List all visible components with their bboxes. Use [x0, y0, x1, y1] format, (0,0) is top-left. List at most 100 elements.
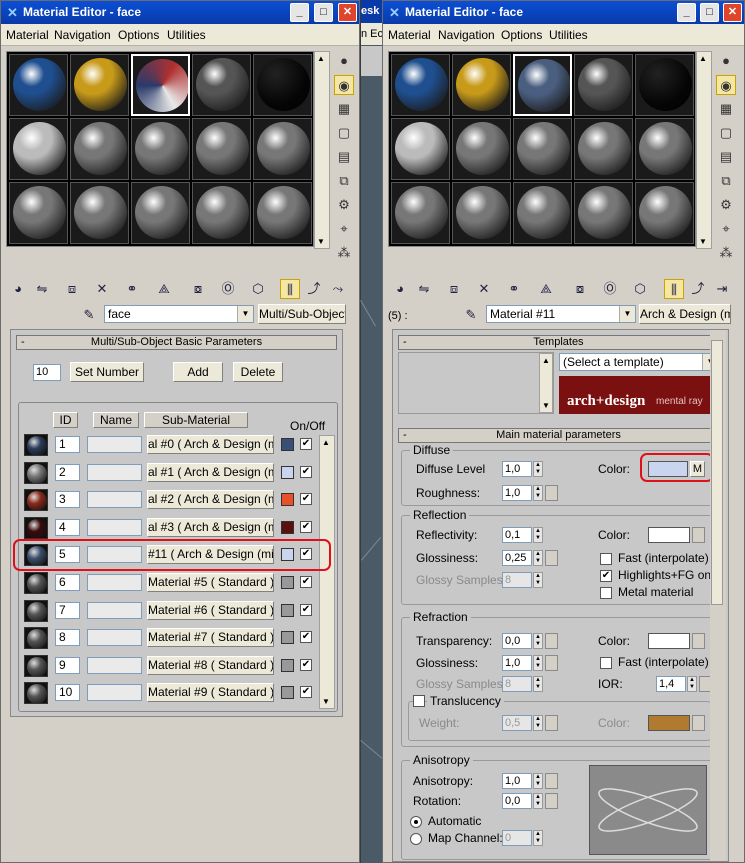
put-to-library-icon[interactable]: ⧇ — [188, 279, 208, 299]
refraction-fast-checkbox[interactable] — [600, 657, 612, 669]
sub-material-button[interactable]: Material #8 ( Standard ) — [147, 655, 274, 675]
main-parameters-rollout-header[interactable]: - Main material parameters — [398, 428, 719, 443]
template-select[interactable]: (Select a template)▼ — [559, 353, 719, 371]
multi-sub-object-rollout-header[interactable]: - Multi/Sub-Object Basic Parameters — [16, 335, 337, 350]
sample-slot[interactable] — [192, 118, 251, 180]
count-field[interactable]: 10 — [33, 364, 61, 381]
id-field[interactable]: 2 — [55, 463, 80, 481]
sample-slot[interactable] — [9, 118, 68, 180]
material-thumbnail[interactable] — [24, 654, 48, 677]
id-field[interactable]: 9 — [55, 656, 80, 674]
on-off-checkbox[interactable]: ✔ — [300, 576, 312, 588]
on-off-checkbox[interactable]: ✔ — [300, 520, 312, 533]
chevron-down-icon[interactable]: ▼ — [619, 306, 635, 322]
automatic-radio[interactable] — [410, 816, 422, 828]
name-field[interactable] — [87, 463, 142, 481]
glossiness-input[interactable]: 0,25 — [502, 550, 532, 566]
reflection-map-button[interactable] — [692, 527, 705, 543]
sample-slot[interactable] — [253, 118, 312, 180]
name-field[interactable] — [87, 518, 142, 536]
roughness-map-button[interactable] — [545, 485, 558, 501]
anisotropy-spinner[interactable]: ▲ ▼ — [533, 773, 543, 789]
chevron-down-icon[interactable]: ▼ — [237, 306, 253, 322]
id-field[interactable]: 1 — [55, 436, 80, 453]
sample-slot[interactable] — [635, 54, 694, 116]
reset-map-icon[interactable]: ✕ — [474, 279, 494, 299]
menu-material[interactable]: Material — [388, 28, 431, 42]
column-sub-material[interactable]: Sub-Material — [144, 412, 248, 428]
sample-slot[interactable] — [391, 118, 450, 180]
sub-material-color-swatch[interactable] — [281, 576, 294, 589]
sample-slot[interactable] — [513, 182, 572, 244]
reflectivity-input[interactable]: 0,1 — [502, 527, 532, 543]
make-unique-icon[interactable]: ⟁ — [536, 279, 556, 299]
rotation-map-button[interactable] — [545, 793, 558, 809]
set-number-button[interactable]: Set Number — [70, 362, 144, 382]
on-off-checkbox[interactable]: ✔ — [300, 686, 312, 699]
translucency-checkbox[interactable] — [413, 695, 425, 707]
background-icon[interactable]: ▦ — [716, 99, 736, 119]
sample-slot[interactable] — [513, 118, 572, 180]
sub-material-button[interactable]: al #2 ( Arch & Design (mi) ) — [147, 490, 274, 510]
sample-slot[interactable] — [574, 118, 633, 180]
material-thumbnail[interactable] — [24, 516, 48, 539]
translucency-weight-input[interactable]: 0,5 — [502, 715, 532, 731]
sub-material-button[interactable]: Material #6 ( Standard ) — [147, 600, 274, 620]
delete-button[interactable]: Delete — [233, 362, 283, 382]
video-check-icon[interactable]: ▤ — [334, 147, 354, 167]
material-id-icon[interactable]: Ⓞ — [600, 279, 620, 299]
id-field[interactable]: 10 — [55, 684, 80, 702]
close-button[interactable]: ✕ — [338, 3, 357, 22]
minimize-button[interactable]: _ — [290, 3, 309, 22]
pick-material-eyedropper-icon[interactable]: ✎ — [461, 305, 481, 325]
glossiness-spinner[interactable]: ▲ ▼ — [533, 550, 543, 566]
material-thumbnail[interactable] — [24, 572, 48, 594]
sample-slot[interactable] — [635, 118, 694, 180]
show-map-icon[interactable]: ⬡ — [630, 279, 650, 299]
refraction-map-button[interactable] — [692, 633, 705, 649]
options-icon[interactable]: ⚙ — [334, 195, 354, 215]
transparency-input[interactable]: 0,0 — [502, 633, 532, 649]
refraction-glossiness-input[interactable]: 1,0 — [502, 655, 532, 671]
sample-slot[interactable] — [391, 54, 450, 116]
minimize-button[interactable]: _ — [677, 3, 696, 22]
metal-material-checkbox[interactable] — [600, 587, 612, 599]
backlight-icon[interactable]: ◉ — [334, 75, 354, 95]
sample-slot[interactable] — [9, 182, 68, 244]
name-field[interactable] — [87, 491, 142, 509]
menu-options[interactable]: Options — [118, 28, 159, 42]
uv-tiling-icon[interactable]: ▢ — [334, 123, 354, 143]
menu-navigation[interactable]: Navigation — [54, 28, 111, 42]
material-id-icon[interactable]: Ⓞ — [218, 279, 238, 299]
refraction-samples-spinner[interactable]: ▲ ▼ — [533, 676, 543, 692]
sub-material-color-swatch[interactable] — [281, 520, 294, 534]
name-field[interactable] — [87, 601, 142, 619]
on-off-checkbox[interactable]: ✔ — [300, 438, 312, 450]
sub-material-color-swatch[interactable] — [281, 465, 294, 479]
sample-type-icon[interactable]: ● — [716, 51, 736, 71]
reset-map-icon[interactable]: ✕ — [92, 279, 112, 299]
get-material-icon[interactable]: ◕ — [390, 279, 410, 299]
reflection-color-swatch[interactable] — [648, 527, 690, 543]
put-to-library-icon[interactable]: ⧇ — [570, 279, 590, 299]
material-type-button[interactable]: Multi/Sub-Object — [258, 304, 346, 324]
material-name-field[interactable]: Material #11 ▼ — [486, 305, 636, 323]
material-thumbnail[interactable] — [24, 489, 48, 512]
slots-scrollbar[interactable]: ▲ ▼ — [314, 51, 330, 249]
on-off-checkbox[interactable]: ✔ — [300, 658, 312, 671]
transparency-map-button[interactable] — [545, 633, 558, 649]
sample-slot[interactable] — [574, 182, 633, 244]
options-icon[interactable]: ⚙ — [716, 195, 736, 215]
map-channel-spinner[interactable]: ▲ ▼ — [533, 830, 543, 846]
anisotropy-input[interactable]: 1,0 — [502, 773, 532, 789]
copy-material-icon[interactable]: ⚭ — [122, 279, 142, 299]
sample-slot[interactable] — [253, 182, 312, 244]
roughness-input[interactable]: 1,0 — [502, 485, 532, 501]
sample-slot[interactable] — [70, 54, 129, 116]
name-field[interactable] — [87, 684, 142, 702]
sub-material-color-swatch[interactable] — [281, 631, 294, 645]
glossy-samples-input[interactable]: 8 — [502, 572, 532, 588]
translucency-weight-spinner[interactable]: ▲ ▼ — [533, 715, 543, 731]
copy-material-icon[interactable]: ⚭ — [504, 279, 524, 299]
on-off-checkbox[interactable]: ✔ — [300, 631, 312, 644]
